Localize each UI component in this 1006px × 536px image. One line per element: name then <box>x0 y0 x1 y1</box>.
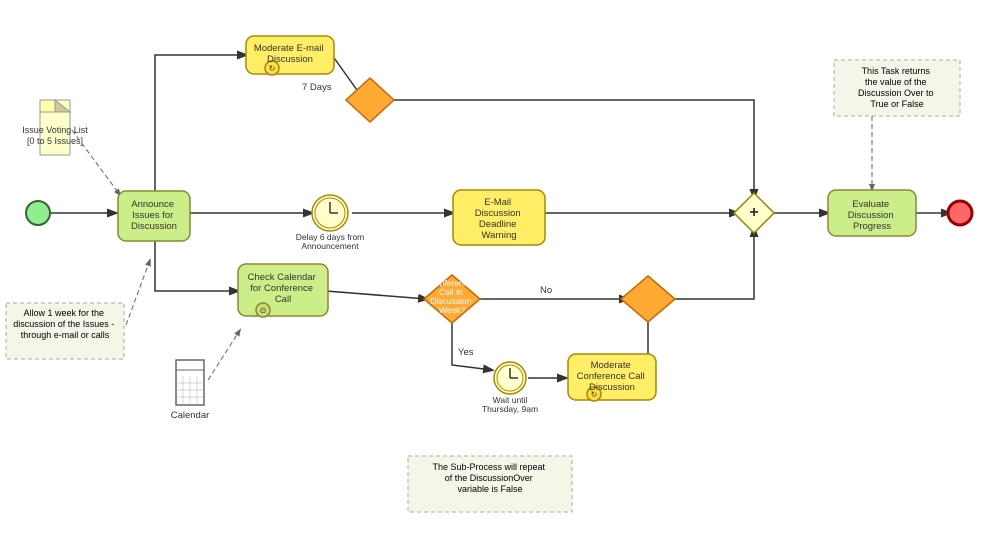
flow-announce-checkcal <box>155 241 238 291</box>
yes-label: Yes <box>458 347 474 358</box>
issue-voting-label: Issue Voting List <box>22 125 88 135</box>
wait-label-line2: Thursday, 9am <box>482 404 538 414</box>
flow-7days-parallel <box>388 100 754 198</box>
flow-no-parallel <box>668 228 754 299</box>
svg-text:[0 to 5 Issues]: [0 to 5 Issues] <box>27 136 83 146</box>
7days-label: 7 Days <box>302 82 332 93</box>
end-event <box>948 201 972 225</box>
flow-conf-wait <box>452 319 492 370</box>
dash-issuevoting-announce <box>72 130 120 195</box>
check-cal-clock: ⊙ <box>260 306 267 315</box>
issue-voting-doc: Issue Voting List [0 to 5 Issues] <box>22 100 88 155</box>
flow-checkcal-confdiamond <box>326 291 427 299</box>
calendar-doc: Calendar <box>171 360 210 421</box>
parallel-gateway-plus: + <box>749 204 758 221</box>
moderate-email-marker-text: ↻ <box>269 64 276 73</box>
diagram-svg: Issue Voting List [0 to 5 Issues] Allow … <box>0 0 1006 536</box>
delay-label-line2: Announcement <box>301 241 359 251</box>
no-diamond <box>621 276 675 322</box>
announce-label: Announce Issues for Discussion <box>131 199 177 232</box>
dash-calendar-checkcal <box>208 330 240 380</box>
flow-announce-moderate-email <box>155 55 246 191</box>
allow-week-text: Allow 1 week for the discussion of the I… <box>13 308 117 340</box>
evaluate-label: Evaluate Discussion Progress <box>848 199 897 232</box>
no-label: No <box>540 285 552 296</box>
dash-allow-announce <box>126 260 150 325</box>
calendar-label: Calendar <box>171 410 210 421</box>
bpmn-diagram: Issue Voting List [0 to 5 Issues] Allow … <box>0 0 1006 536</box>
start-event <box>26 201 50 225</box>
